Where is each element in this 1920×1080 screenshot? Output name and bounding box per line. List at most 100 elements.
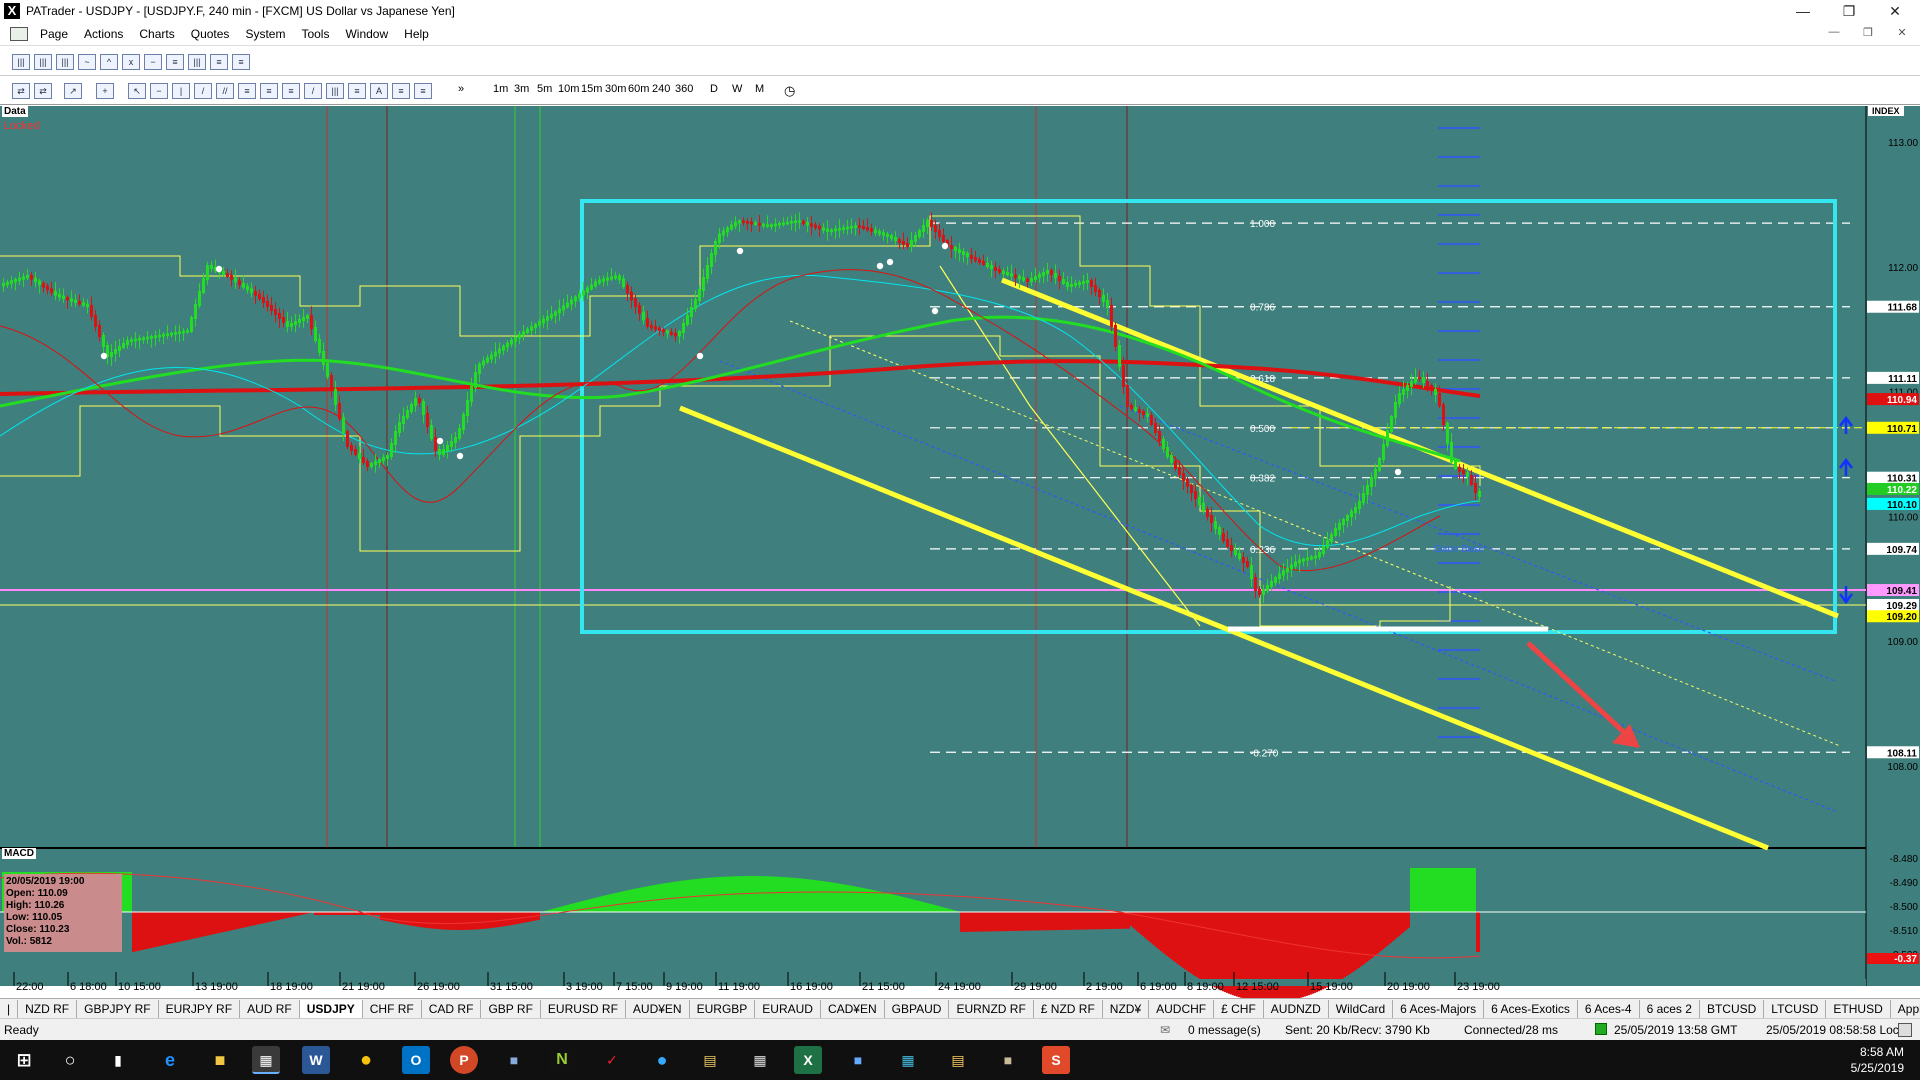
link-red-icon[interactable]: ⇄ — [34, 83, 52, 99]
delete-drawings-icon[interactable]: ≡ — [414, 83, 432, 99]
vline-icon[interactable]: | — [172, 83, 190, 99]
symbol-tab[interactable]: AUD¥EN — [626, 999, 690, 1018]
symbol-tab[interactable]: NZD¥ — [1103, 999, 1150, 1018]
menu-actions[interactable]: Actions — [76, 27, 131, 41]
symbol-tab[interactable]: BTCUSD — [1700, 999, 1765, 1018]
channel-icon[interactable]: // — [216, 83, 234, 99]
excel-icon[interactable]: X — [794, 1046, 822, 1074]
outlook-icon[interactable]: O — [402, 1046, 430, 1074]
annotation-icon[interactable]: ≡ — [392, 83, 410, 99]
edge-icon[interactable]: e — [156, 1046, 184, 1074]
file-explorer-icon[interactable]: ■ — [206, 1046, 234, 1074]
line-chart-icon[interactable]: ~ — [78, 54, 96, 70]
page-icon[interactable] — [10, 26, 28, 41]
tf-daily[interactable]: D — [710, 83, 718, 95]
symbol-tab[interactable]: WildCard — [1329, 999, 1394, 1018]
file-app-icon[interactable]: ▤ — [944, 1046, 972, 1074]
tf-15m[interactable]: 15m — [581, 83, 602, 95]
menu-help[interactable]: Help — [396, 27, 437, 41]
symbol-tab[interactable]: EURJPY RF — [159, 999, 241, 1018]
ohlc-chart-icon[interactable]: ||| — [34, 54, 52, 70]
trading-app-icon[interactable]: ✓ — [598, 1046, 626, 1074]
symbol-tab[interactable]: 6 Aces-4 — [1578, 999, 1640, 1018]
symbol-tab[interactable]: AUDCHF — [1149, 999, 1215, 1018]
bar-chart-icon[interactable]: ||| — [12, 54, 30, 70]
menu-charts[interactable]: Charts — [131, 27, 182, 41]
symbol-tab[interactable]: GBPAUD — [885, 999, 950, 1018]
symbol-tab[interactable]: AUD RF — [240, 999, 300, 1018]
tf-weekly[interactable]: W — [732, 83, 742, 95]
clock-icon[interactable]: ◷ — [784, 83, 795, 99]
histogram-chart-icon[interactable]: ||| — [188, 54, 206, 70]
volume-chart-icon[interactable]: ≡ — [210, 54, 228, 70]
snagit-icon[interactable]: S — [1042, 1046, 1070, 1074]
more-tools-icon[interactable]: » — [458, 83, 464, 95]
mdi-close-icon[interactable]: ✕ — [1891, 26, 1913, 42]
menu-tools[interactable]: Tools — [293, 27, 337, 41]
chrome-icon[interactable]: ● — [352, 1046, 380, 1074]
mdi-minimize-icon[interactable]: — — [1823, 26, 1845, 42]
symbol-tab[interactable]: EURAUD — [755, 999, 821, 1018]
tf-360[interactable]: 360 — [675, 83, 693, 95]
hline-icon[interactable]: − — [150, 83, 168, 99]
chart-canvas[interactable]: 1.0000.7860.6180.5000.3820.236-0.270113.… — [0, 106, 1920, 998]
tf-240[interactable]: 240 — [652, 83, 670, 95]
symbol-tab[interactable]: EURNZD RF — [949, 999, 1034, 1018]
menu-page[interactable]: Page — [32, 27, 76, 41]
gann-box-icon[interactable]: ≡ — [348, 83, 366, 99]
search-icon[interactable]: ○ — [56, 1046, 84, 1074]
link-blue-icon[interactable]: ⇄ — [12, 83, 30, 99]
symbol-tab[interactable]: GBPJPY RF — [77, 999, 159, 1018]
symbol-tab[interactable]: CAD RF — [422, 999, 482, 1018]
tf-10m[interactable]: 10m — [558, 83, 579, 95]
pitchfork-icon[interactable]: ≡ — [238, 83, 256, 99]
symbol-tab[interactable]: £ NZD RF — [1034, 999, 1103, 1018]
tf-5m[interactable]: 5m — [537, 83, 552, 95]
chart-app-icon[interactable]: ▦ — [894, 1046, 922, 1074]
status-messages[interactable]: 0 message(s) — [1188, 1023, 1261, 1037]
symbol-tab[interactable]: AUDNZD — [1264, 999, 1329, 1018]
calculator-icon[interactable]: ▦ — [746, 1046, 774, 1074]
crosshair-icon[interactable]: + — [96, 83, 114, 99]
maximize-icon[interactable]: ❐ — [1826, 0, 1872, 22]
tabs-scroll-icon[interactable]: | — [0, 999, 19, 1018]
mdi-restore-icon[interactable]: ❐ — [1857, 26, 1879, 42]
point-figure-icon[interactable]: x — [122, 54, 140, 70]
symbol-tab[interactable]: £ CHF — [1214, 999, 1264, 1018]
tf-1m[interactable]: 1m — [493, 83, 508, 95]
symbol-tab[interactable]: 6 Aces-Majors — [1393, 999, 1485, 1018]
price-chart[interactable]: 1.000 0.786 0.618 0.500 0.382 0.236 -0.270 113.… — [0, 106, 1920, 998]
symbol-tab[interactable]: GBP RF — [481, 999, 541, 1018]
task-view-icon[interactable]: ▮ — [104, 1046, 132, 1074]
trendline-icon[interactable]: / — [194, 83, 212, 99]
message-icon[interactable]: ✉ — [1160, 1023, 1170, 1037]
taskbar-clock[interactable]: 8:58 AM 5/25/2019 — [1851, 1044, 1904, 1076]
minimize-icon[interactable]: — — [1780, 0, 1826, 22]
tf-30m[interactable]: 30m — [605, 83, 626, 95]
patrader-taskbar-icon[interactable]: ▦ — [252, 1046, 280, 1074]
cursor-icon[interactable]: ↖ — [128, 83, 146, 99]
symbol-tab[interactable]: ETHUSD — [1826, 999, 1891, 1018]
word-icon[interactable]: W — [302, 1046, 330, 1074]
symbol-tab[interactable]: 6 aces 2 — [1640, 999, 1700, 1018]
kagi-chart-icon[interactable]: − — [144, 54, 162, 70]
status-resize-icon[interactable] — [1898, 1023, 1912, 1037]
symbol-tab[interactable]: LTCUSD — [1764, 999, 1827, 1018]
notes-app-icon[interactable]: ■ — [500, 1046, 528, 1074]
menu-system[interactable]: System — [237, 27, 293, 41]
tools-app-icon[interactable]: ■ — [994, 1046, 1022, 1074]
fib-fan-icon[interactable]: / — [304, 83, 322, 99]
symbol-tab[interactable]: USDJPY — [299, 999, 363, 1018]
tf-60m[interactable]: 60m — [628, 83, 649, 95]
video-app-icon[interactable]: ● — [648, 1046, 676, 1074]
tf-3m[interactable]: 3m — [514, 83, 529, 95]
candle-chart-icon[interactable]: ||| — [56, 54, 74, 70]
powerpoint-icon[interactable]: P — [450, 1046, 478, 1074]
symbol-tab[interactable]: CHF RF — [363, 999, 422, 1018]
menu-window[interactable]: Window — [337, 27, 396, 41]
renko-chart-icon[interactable]: ≡ — [166, 54, 184, 70]
profile-chart-icon[interactable]: ≡ — [232, 54, 250, 70]
fib-retracement-icon[interactable]: ≡ — [260, 83, 278, 99]
fib-extension-icon[interactable]: ≡ — [282, 83, 300, 99]
monitor-app-icon[interactable]: ■ — [844, 1046, 872, 1074]
